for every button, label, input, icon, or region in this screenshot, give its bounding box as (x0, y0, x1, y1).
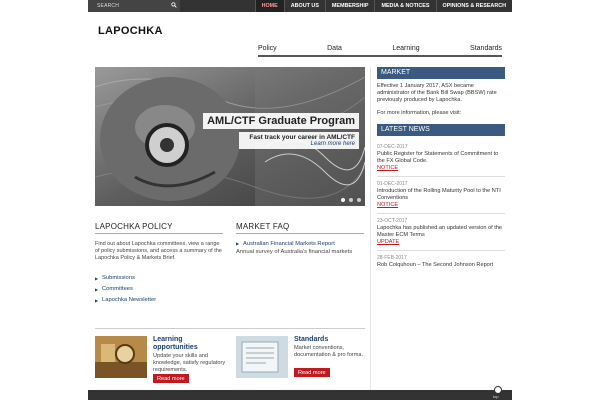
promo-standards-image (236, 336, 288, 378)
policy-section: LAPOCHKA POLICY Find out about Lapochka … (95, 222, 223, 306)
hero-banner[interactable]: AML/CTF Graduate Program Fast track your… (95, 67, 365, 206)
top-bar: SEARCH HOME ABOUT US MEMBERSHIP MEDIA & … (88, 0, 512, 12)
faq-heading: MARKET FAQ (236, 222, 364, 234)
promo-standards-read-more-button[interactable]: Read more (294, 368, 330, 377)
promo-standards-desc: Market conventions, documentation & pro … (294, 345, 364, 358)
hero-title: AML/CTF Graduate Program (203, 113, 359, 129)
news-item[interactable]: 28-FEB-2017 Rob Colquhoun – The Second J… (377, 251, 505, 274)
subnav-standards[interactable]: Standards (470, 45, 502, 55)
back-to-top-arrow-icon[interactable] (494, 386, 502, 394)
news-tag[interactable]: NOTICE (377, 202, 505, 208)
topnav-opinions-research[interactable]: OPINIONS & RESEARCH (435, 0, 513, 12)
divider (95, 328, 365, 329)
news-date: 01-DEC-2017 (377, 181, 408, 187)
promo-learning-title[interactable]: Learning opportunities (153, 336, 227, 351)
topnav-about-us[interactable]: ABOUT US (283, 0, 325, 12)
news-item[interactable]: 01-DEC-2017 Introduction of the Rolling … (377, 177, 505, 214)
back-to-top-label[interactable]: top (493, 394, 499, 399)
policy-link-submissions[interactable]: Submissions (95, 273, 223, 284)
promo-standards: Standards Market conventions, documentat… (236, 336, 366, 380)
policy-link-label[interactable]: Lapochka Newsletter (102, 297, 156, 303)
policy-link-label[interactable]: Committees (102, 286, 133, 292)
news-title[interactable]: Lapochka has published an updated versio… (377, 225, 505, 239)
hero-subtitle-box: Fast track your career in AML/CTF Learn … (239, 132, 359, 149)
search-box[interactable]: SEARCH (88, 0, 180, 12)
promo-learning: Learning opportunities Update your skill… (95, 336, 227, 383)
news-item[interactable]: 23-OCT-2017 Lapochka has published an up… (377, 214, 505, 251)
faq-description: Annual survey of Australia's financial m… (236, 249, 353, 255)
policy-links: Submissions Committees Lapochka Newslett… (95, 273, 223, 306)
policy-link-label[interactable]: Submissions (102, 275, 135, 281)
market-text: Effective 1 January 2017, ASX became adm… (377, 83, 497, 103)
page-container: LAPOCHKA Policy Data Learning Standards (88, 12, 512, 400)
topnav-membership[interactable]: MEMBERSHIP (324, 0, 375, 12)
promo-learning-image (95, 336, 147, 378)
news-date: 07-DEC-2017 (377, 144, 408, 150)
policy-intro: Find out about Lapochka committees, view… (95, 241, 222, 261)
section-navigation: Policy Data Learning Standards (258, 45, 502, 57)
news-list: 07-DEC-2017 Public Register for Statemen… (377, 140, 505, 274)
subnav-policy[interactable]: Policy (258, 45, 277, 55)
market-faq-section: MARKET FAQ Australian Financial Markets … (236, 222, 364, 255)
news-title[interactable]: Rob Colquhoun – The Second Johnson Repor… (377, 262, 505, 269)
topnav-home[interactable]: HOME (254, 0, 284, 12)
policy-link-newsletter[interactable]: Lapochka Newsletter (95, 295, 223, 306)
promo-standards-title[interactable]: Standards (294, 336, 368, 344)
subnav-data[interactable]: Data (327, 45, 342, 55)
footer-bar (88, 390, 512, 400)
policy-heading: LAPOCHKA POLICY (95, 222, 223, 234)
news-item[interactable]: 07-DEC-2017 Public Register for Statemen… (377, 140, 505, 177)
promo-learning-desc: Update your skills and knowledge, satisf… (153, 353, 226, 373)
market-more-info: For more information, please visit: (377, 110, 462, 116)
news-tag[interactable]: NOTICE (377, 165, 505, 171)
faq-report-link[interactable]: Australian Financial Markets Report (236, 241, 364, 247)
hero-subtitle: Fast track your career in AML/CTF (249, 134, 355, 141)
site-logo[interactable]: LAPOCHKA (98, 25, 163, 37)
market-heading: MARKET (377, 67, 505, 79)
search-icon[interactable] (171, 2, 177, 8)
news-tag[interactable]: UPDATE (377, 239, 505, 245)
news-date: 23-OCT-2017 (377, 218, 408, 224)
search-input[interactable]: SEARCH (97, 3, 119, 9)
news-date: 28-FEB-2017 (377, 255, 407, 261)
column-divider (370, 67, 371, 392)
sidebar: MARKET Effective 1 January 2017, ASX bec… (377, 67, 505, 274)
topnav-media-notices[interactable]: MEDIA & NOTICES (374, 0, 435, 12)
top-navigation: HOME ABOUT US MEMBERSHIP MEDIA & NOTICES… (254, 0, 513, 12)
promo-learning-read-more-button[interactable]: Read more (153, 374, 189, 383)
news-title[interactable]: Introduction of the Rolling Maturity Poo… (377, 188, 505, 202)
subnav-learning[interactable]: Learning (392, 45, 419, 55)
latest-news-heading: LATEST NEWS (377, 124, 505, 136)
news-title[interactable]: Public Register for Statements of Commit… (377, 151, 505, 165)
hero-learn-more-link[interactable]: Learn more here (243, 141, 355, 147)
policy-link-committees[interactable]: Committees (95, 284, 223, 295)
